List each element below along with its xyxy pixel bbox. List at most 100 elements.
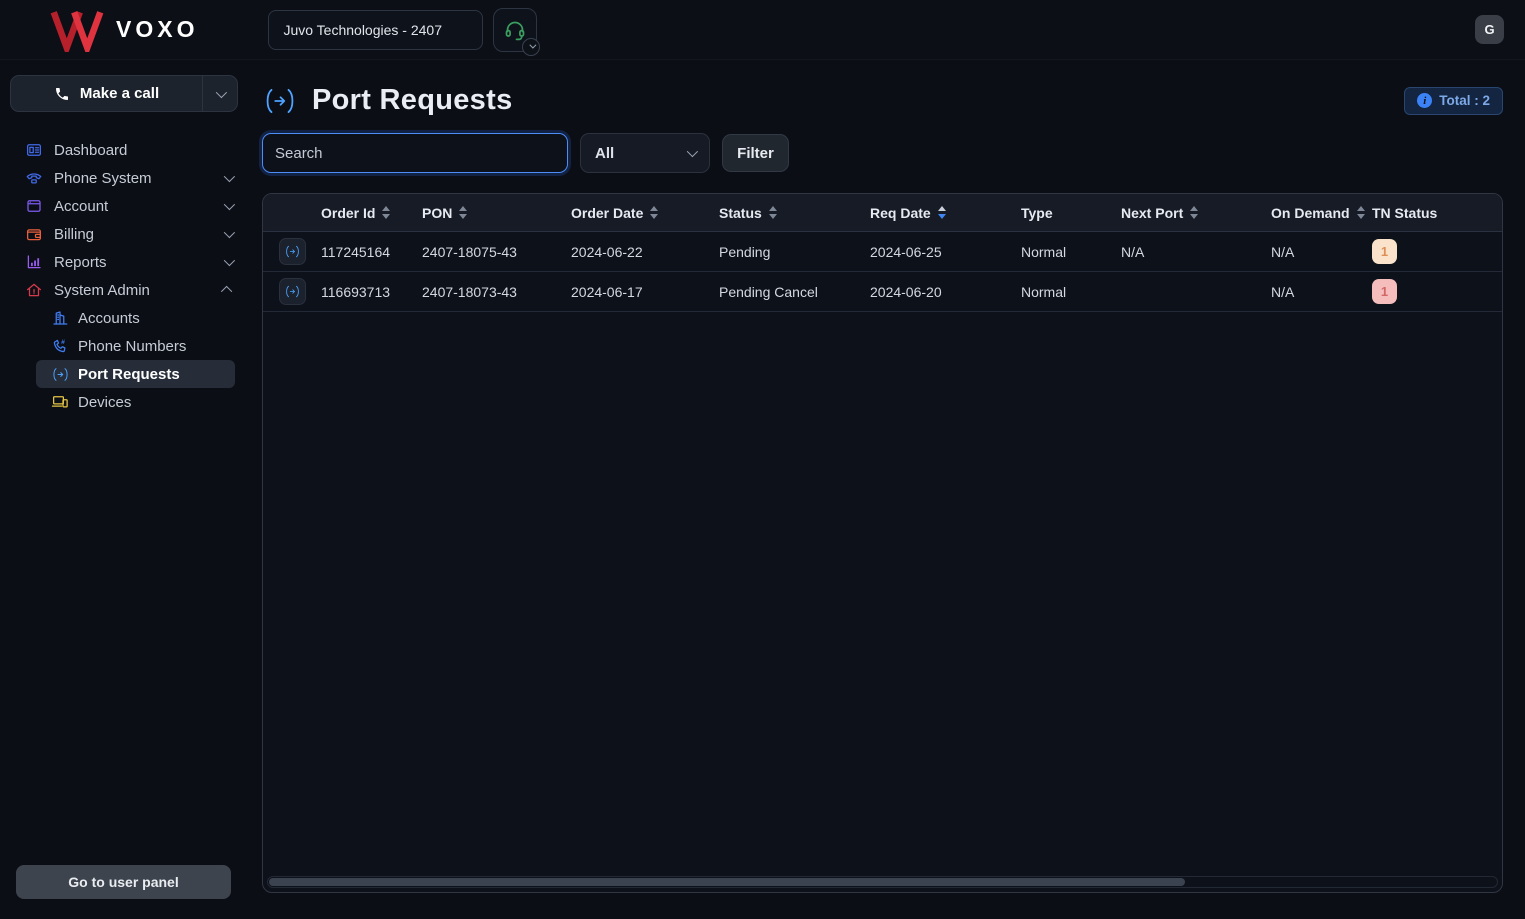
sidebar-item-phone-numbers[interactable]: # Phone Numbers xyxy=(36,332,235,360)
sidebar-item-system-admin[interactable]: System Admin xyxy=(0,276,248,304)
chevron-down-icon xyxy=(529,41,537,49)
cell-type: Normal xyxy=(1021,243,1067,260)
sidebar-item-reports[interactable]: Reports xyxy=(0,248,248,276)
avatar-initial: G xyxy=(1484,22,1495,37)
dashboard-icon xyxy=(24,141,44,159)
sidebar-item-billing[interactable]: Billing xyxy=(0,220,248,248)
filter-button[interactable]: Filter xyxy=(722,134,789,172)
headset-expand-badge[interactable] xyxy=(522,37,541,56)
tn-status-badge[interactable]: 1 xyxy=(1372,239,1397,264)
cell-order-date: 2024-06-17 xyxy=(571,283,643,300)
cell-req-date: 2024-06-20 xyxy=(870,283,942,300)
sidebar-item-account[interactable]: Account xyxy=(0,192,248,220)
column-header-order-date[interactable]: Order Date xyxy=(571,205,719,221)
page-title: Port Requests xyxy=(312,84,513,116)
info-icon: i xyxy=(1417,93,1433,108)
sidebar-item-phone-system[interactable]: Phone System xyxy=(0,164,248,192)
go-to-user-panel-button[interactable]: Go to user panel xyxy=(16,865,231,899)
table-row[interactable]: 117245164 2407-18075-43 2024-06-22 Pendi… xyxy=(263,232,1502,272)
column-header-status[interactable]: Status xyxy=(719,205,870,221)
total-badge: i Total : 2 xyxy=(1404,86,1503,115)
user-avatar[interactable]: G xyxy=(1475,15,1504,44)
column-header-pon[interactable]: PON xyxy=(422,205,571,221)
sidebar-item-label: Phone Numbers xyxy=(78,337,187,355)
account-icon xyxy=(24,197,44,215)
column-header-type: Type xyxy=(1021,204,1053,221)
cell-next-port: N/A xyxy=(1121,243,1145,260)
sort-icon xyxy=(650,206,659,219)
account-selector[interactable]: Juvo Technologies - 2407 xyxy=(268,9,484,50)
chevron-down-icon xyxy=(223,253,236,271)
main-content: Port Requests i Total : 2 All Filter Ord… xyxy=(248,60,1525,919)
headset-button[interactable] xyxy=(493,7,541,56)
table-empty-area xyxy=(263,312,1502,876)
make-a-call-button[interactable]: Make a call xyxy=(10,75,238,112)
make-a-call-label: Make a call xyxy=(79,85,160,102)
brand-name: VOXO xyxy=(116,16,199,42)
sort-icon xyxy=(768,206,777,219)
billing-icon xyxy=(24,225,44,243)
reports-icon xyxy=(24,253,44,271)
port-requests-icon xyxy=(285,245,299,258)
column-header-tn-status: TN Status xyxy=(1372,204,1438,221)
top-header: VOXO Juvo Technologies - 2407 G xyxy=(0,0,1525,60)
sidebar-item-label: Accounts xyxy=(78,309,140,327)
sidebar-item-port-requests[interactable]: Port Requests xyxy=(36,360,235,388)
port-requests-icon xyxy=(285,285,299,298)
sidebar: Make a call Dashboard Phone System Accou… xyxy=(0,60,248,919)
sidebar-item-label: Dashboard xyxy=(54,141,128,159)
sidebar-item-label: Reports xyxy=(54,253,107,271)
cell-status: Pending xyxy=(719,243,771,260)
cell-on-demand: N/A xyxy=(1271,243,1295,260)
phone-icon xyxy=(55,87,68,100)
sort-icon xyxy=(459,206,468,219)
account-selector-value: Juvo Technologies - 2407 xyxy=(283,21,442,38)
column-header-on-demand[interactable]: On Demand xyxy=(1271,205,1372,221)
system-admin-icon xyxy=(24,281,44,299)
chevron-down-icon xyxy=(215,86,228,98)
chevron-down-icon xyxy=(223,197,236,215)
sidebar-item-accounts[interactable]: Accounts xyxy=(36,304,235,332)
port-requests-icon xyxy=(262,87,298,115)
make-a-call-options-button[interactable] xyxy=(203,76,237,111)
open-port-request-button[interactable] xyxy=(278,278,306,305)
sidebar-item-label: Devices xyxy=(78,393,132,411)
cell-order-id: 117245164 xyxy=(321,243,391,260)
cell-type: Normal xyxy=(1021,283,1067,300)
tn-status-badge[interactable]: 1 xyxy=(1372,279,1397,304)
cell-req-date: 2024-06-25 xyxy=(870,243,942,260)
sort-icon xyxy=(1356,206,1365,219)
accounts-icon xyxy=(50,309,70,327)
cell-on-demand: N/A xyxy=(1271,283,1295,300)
type-filter-value: All xyxy=(595,144,615,162)
type-filter-select[interactable]: All xyxy=(580,133,710,173)
cell-order-date: 2024-06-22 xyxy=(571,243,643,260)
cell-pon: 2407-18075-43 xyxy=(422,243,517,260)
total-badge-label: Total : 2 xyxy=(1439,93,1490,108)
cell-order-id: 116693713 xyxy=(321,283,391,300)
chevron-down-icon xyxy=(223,169,236,187)
voxo-logo-icon xyxy=(50,10,104,52)
sidebar-item-label: Phone System xyxy=(54,169,152,187)
headset-icon xyxy=(506,21,525,40)
column-header-order-id[interactable]: Order Id xyxy=(321,205,422,221)
cell-pon: 2407-18073-43 xyxy=(422,283,517,300)
sidebar-item-dashboard[interactable]: Dashboard xyxy=(0,136,248,164)
svg-text:#: # xyxy=(61,339,65,346)
brand-logo: VOXO xyxy=(50,8,198,52)
sidebar-item-devices[interactable]: Devices xyxy=(36,388,235,416)
horizontal-scrollbar-thumb[interactable] xyxy=(269,878,1185,886)
sort-icon xyxy=(382,206,391,219)
column-header-req-date[interactable]: Req Date xyxy=(870,205,1021,221)
port-requests-table: Order Id PON Order Date Status Req Date xyxy=(262,193,1503,893)
sidebar-nav: Dashboard Phone System Account Billing R… xyxy=(0,136,248,416)
open-port-request-button[interactable] xyxy=(278,238,306,265)
chevron-down-icon xyxy=(686,144,699,162)
sort-icon xyxy=(1190,206,1199,219)
sidebar-item-label: Billing xyxy=(54,225,95,243)
search-input[interactable] xyxy=(275,144,555,162)
column-header-next-port[interactable]: Next Port xyxy=(1121,205,1271,221)
search-box xyxy=(262,133,568,173)
phone-system-icon xyxy=(24,169,44,187)
table-row[interactable]: 116693713 2407-18073-43 2024-06-17 Pendi… xyxy=(263,272,1502,312)
